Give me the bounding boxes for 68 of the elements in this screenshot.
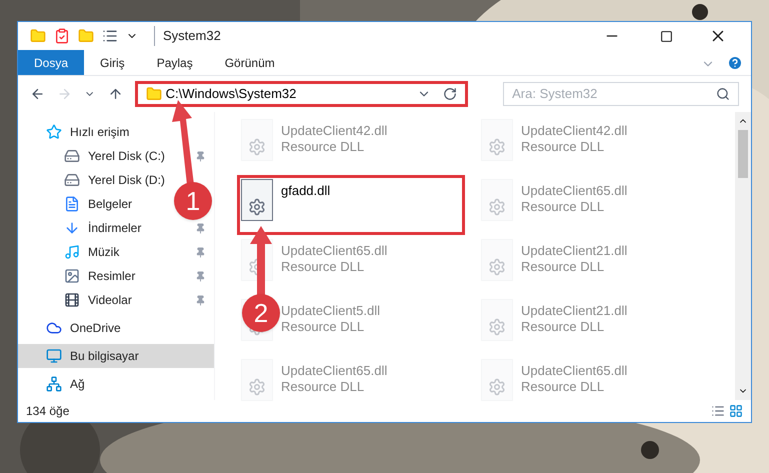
help-icon[interactable] [727, 55, 743, 71]
file-icon [481, 299, 513, 341]
image-icon [64, 268, 80, 284]
file-icon [481, 119, 513, 161]
music-note-icon [64, 244, 80, 260]
drive-icon [64, 148, 80, 164]
maximize-icon[interactable] [660, 30, 673, 42]
star-icon [46, 124, 62, 140]
up-icon[interactable] [108, 86, 123, 102]
pin-icon[interactable] [195, 150, 206, 162]
film-icon [64, 292, 80, 308]
pin-icon[interactable] [195, 246, 206, 258]
file-name[interactable]: gfadd.dll [281, 183, 330, 199]
search-icon[interactable] [716, 87, 730, 101]
file-icon [481, 359, 513, 401]
nav-item[interactable]: Hızlı erişim [70, 123, 130, 141]
folder-icon [146, 86, 162, 102]
nav-item[interactable]: Videolar [88, 291, 132, 309]
file-type: Resource DLL [521, 259, 606, 275]
properties-icon[interactable] [102, 28, 118, 44]
nav-item[interactable]: Resimler [88, 267, 136, 285]
file-icon [481, 239, 513, 281]
ribbon-tab[interactable]: Dosya [18, 50, 84, 75]
address-bar[interactable]: C:\Windows\System32 [134, 81, 468, 107]
file-type: Resource DLL [281, 259, 366, 275]
document-icon [64, 196, 80, 212]
pin-icon[interactable] [195, 222, 206, 234]
cloud-icon [46, 320, 62, 336]
file-type: Resource DLL [281, 319, 366, 335]
pin-icon[interactable] [195, 294, 206, 306]
file-type: Resource DLL [521, 319, 606, 335]
nav-item[interactable]: Bu bilgisayar [18, 344, 214, 368]
details-view-icon[interactable] [711, 404, 725, 418]
address-path: C:\Windows\System32 [166, 85, 298, 104]
file-icon [481, 179, 513, 221]
file-type: Resource DLL [521, 199, 606, 215]
back-icon[interactable] [30, 86, 46, 102]
item-count: 134 öğe [26, 403, 70, 420]
nav-item[interactable]: Ağ [70, 375, 85, 393]
pin-icon[interactable] [195, 270, 206, 282]
nav-item[interactable]: Belgeler [88, 195, 132, 213]
file-icon [241, 359, 273, 401]
network-icon [46, 376, 62, 392]
refresh-icon[interactable] [442, 87, 457, 101]
file-type: Resource DLL [281, 139, 366, 155]
nav-item[interactable]: İndirmeler [88, 219, 142, 237]
search-field[interactable]: Ara: System32 [503, 82, 739, 106]
drive-icon [64, 172, 80, 188]
annotation-arrow [250, 226, 272, 296]
file-icon [241, 119, 273, 161]
window-title: System32 [154, 26, 221, 46]
checklist-icon[interactable] [54, 28, 70, 44]
nav-item[interactable]: OneDrive [70, 319, 121, 337]
monitor-icon [46, 348, 62, 364]
ribbon-tab[interactable]: Görünüm [208, 50, 291, 75]
tiles-view-icon[interactable] [729, 404, 743, 418]
ribbon-tab[interactable]: Giriş [84, 50, 141, 75]
nav-item[interactable]: Yerel Disk (D:) [88, 171, 165, 189]
nav-item[interactable]: Yerel Disk (C:) [88, 147, 165, 165]
ribbon-tab[interactable]: Paylaş [140, 50, 209, 75]
scrollbar[interactable] [735, 112, 751, 400]
file-type: Resource DLL [281, 379, 366, 395]
nav-item[interactable]: Müzik [88, 243, 120, 261]
file-type: Resource DLL [521, 379, 606, 395]
file-icon [241, 179, 273, 221]
scrollbar-thumb[interactable] [738, 130, 748, 178]
file-type: Resource DLL [521, 139, 606, 155]
search-input[interactable]: Ara: System32 [512, 84, 716, 104]
